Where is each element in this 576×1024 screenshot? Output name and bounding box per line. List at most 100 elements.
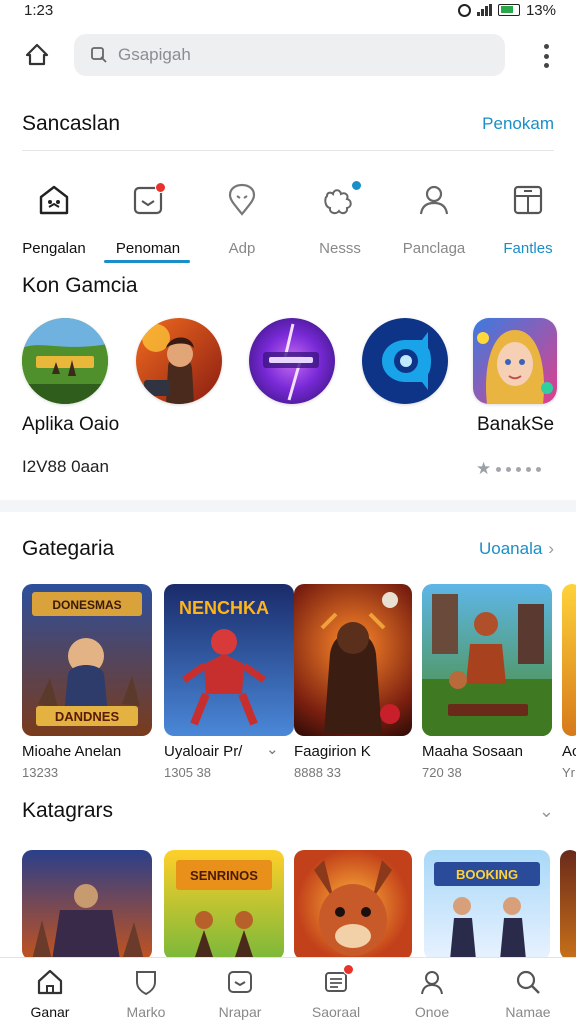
play-store-home: 1:23 13% Gsapigah Sancaslan Penokam Peng…	[0, 0, 576, 1024]
update-badge	[351, 180, 362, 191]
tab-pengalan[interactable]: Pengalan	[6, 174, 102, 270]
nav-item-nrapar[interactable]: Nrapar	[192, 958, 288, 1024]
page-dot	[496, 466, 502, 472]
search-bar[interactable]: Gsapigah	[74, 34, 505, 76]
categories2-title: Katagrars	[22, 799, 114, 822]
card-meta: Yr	[562, 765, 575, 780]
card-art-title: NENCHKA	[179, 598, 269, 618]
game-card[interactable]: SENRINOS	[164, 850, 284, 960]
notification-icon	[128, 180, 168, 220]
game-card[interactable]	[294, 584, 412, 736]
card-title: Uyaloair Pr/	[164, 743, 243, 760]
home-icon	[25, 43, 49, 66]
game-card[interactable]: NENCHKA	[164, 584, 294, 736]
purple-game-icon[interactable]	[249, 318, 335, 404]
tab-indicator	[104, 260, 190, 263]
tab-label: Fantles	[503, 240, 553, 257]
nav-item-marko[interactable]: Marko	[98, 958, 194, 1024]
card-title: Maaha Sosaan	[422, 743, 523, 760]
blue-game-icon[interactable]	[362, 318, 448, 404]
bottom-navigation: Ganar Marko Nrapar Saoraal Onoe Namae	[0, 957, 576, 1024]
tab-label: Adp	[228, 240, 256, 257]
home-icon	[34, 966, 66, 998]
grid-icon	[508, 180, 548, 220]
puzzle-icon	[320, 180, 362, 220]
more-dot-icon	[543, 44, 549, 49]
star-icon: ★	[476, 459, 492, 478]
categories-see-all-link[interactable]: Uoanala ›	[479, 539, 554, 559]
home-icon	[34, 180, 74, 220]
status-icons: 13%	[457, 2, 556, 19]
more-dot-icon	[543, 53, 549, 59]
battery-icon	[497, 4, 520, 16]
alarm-icon	[457, 3, 471, 17]
nav-label: Namae	[505, 1004, 551, 1020]
card-title: Ac	[562, 743, 576, 760]
recent-left-label: Aplika Oaio	[22, 414, 120, 435]
card-meta: 720 38	[422, 765, 462, 780]
search-icon	[512, 966, 544, 998]
nav-item-ganar[interactable]: Ganar	[2, 958, 98, 1024]
status-bar: 1:23 13%	[0, 0, 576, 20]
game-card[interactable]: BOOKING	[424, 850, 550, 960]
category-tabs: Pengalan Penoman Adp Nesss Panclaga Fant…	[0, 174, 576, 270]
home-button[interactable]	[22, 40, 52, 70]
warrior-game-icon[interactable]	[136, 318, 222, 404]
tab-fantles[interactable]: Fantles	[480, 174, 576, 270]
notification-badge	[155, 182, 166, 193]
chat-icon	[320, 964, 354, 998]
girl-game-icon[interactable]	[473, 318, 557, 404]
nav-label: Onoe	[414, 1004, 450, 1020]
card-art-title: SENRINOS	[190, 868, 258, 883]
signal-icon	[476, 4, 492, 16]
card-art-title: DANDNES	[55, 709, 120, 724]
notification-badge	[343, 964, 354, 975]
game-card[interactable]	[422, 584, 552, 736]
top-app-bar: Gsapigah	[0, 28, 576, 88]
card-title: Faagirion K	[294, 743, 371, 760]
categories2-header: Katagrars ⌄	[0, 796, 576, 826]
card-meta: 1305 38	[164, 765, 211, 780]
nav-label: Marko	[126, 1004, 166, 1020]
page-dot	[506, 466, 512, 472]
nav-item-namae[interactable]: Namae	[480, 958, 576, 1024]
page-dot	[536, 466, 542, 472]
tab-label: Nesss	[319, 240, 361, 257]
section-header: Sancaslan Penokam	[0, 108, 576, 140]
card-meta: 8888 33	[294, 765, 341, 780]
card-meta: 13233	[22, 765, 59, 780]
tab-nesss[interactable]: Nesss	[292, 174, 388, 270]
user-icon	[414, 180, 454, 220]
nav-label: Ganar	[30, 1004, 70, 1020]
person-icon	[416, 966, 448, 998]
tab-penoman[interactable]: Penoman	[100, 174, 196, 270]
game-card[interactable]	[562, 584, 576, 736]
card-art-heading: DONESMAS	[52, 598, 121, 612]
divider	[22, 150, 554, 151]
nav-label: Nrapar	[218, 1004, 262, 1020]
tab-label: Penoman	[115, 240, 181, 257]
game-card[interactable]	[22, 850, 152, 960]
shield-icon	[130, 966, 162, 998]
categories-header: Gategaria Uoanala ›	[0, 534, 576, 564]
nav-item-saoraal[interactable]: Saoraal	[288, 958, 384, 1024]
game-card[interactable]: DONESMAS DANDNES	[22, 584, 152, 736]
rating-indicator: ★	[476, 459, 542, 479]
section-title: Sancaslan	[22, 112, 121, 135]
inbox-icon	[224, 966, 256, 998]
card-art-title: BOOKING	[456, 867, 518, 882]
categories-title: Gategaria	[22, 537, 115, 560]
recent-count: I2V88 0aan	[22, 457, 109, 476]
more-options-button[interactable]	[536, 42, 556, 70]
page-dot	[516, 466, 522, 472]
tab-adp[interactable]: Adp	[194, 174, 290, 270]
game-card[interactable]	[294, 850, 412, 960]
categories-action-label: Uoanala	[479, 539, 543, 558]
game-card[interactable]	[560, 850, 576, 960]
chevron-down-icon[interactable]: ⌄	[266, 740, 279, 758]
field-game-icon[interactable]	[22, 318, 108, 404]
nav-item-onoe[interactable]: Onoe	[384, 958, 480, 1024]
tab-panclaga[interactable]: Panclaga	[386, 174, 482, 270]
section-action-link[interactable]: Penokam	[482, 114, 554, 134]
chevron-down-icon[interactable]: ⌄	[539, 801, 554, 822]
